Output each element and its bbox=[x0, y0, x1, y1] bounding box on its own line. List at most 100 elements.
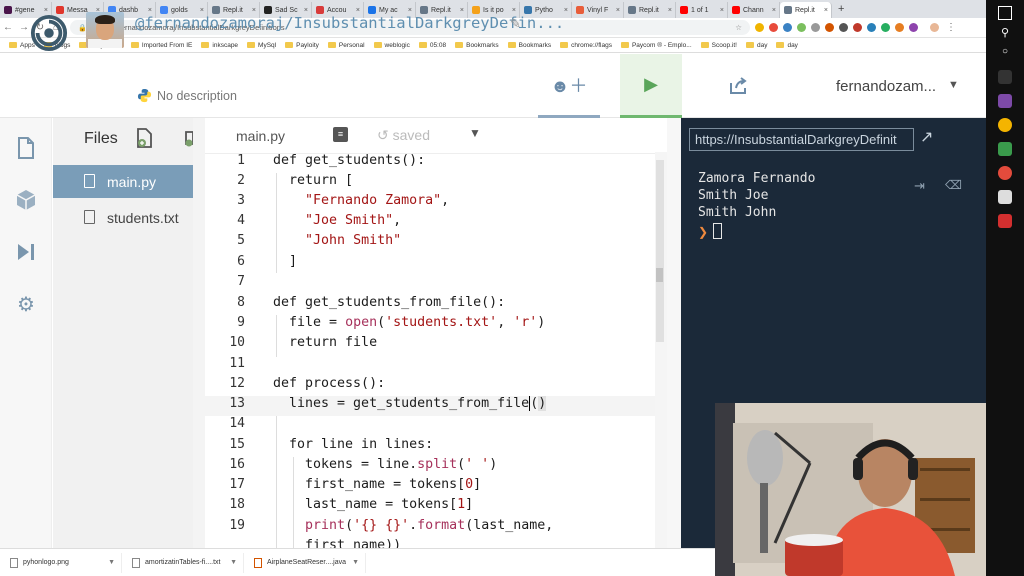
close-icon[interactable]: × bbox=[252, 7, 256, 14]
tab-main-py[interactable]: main.py bbox=[236, 128, 285, 144]
extension-icon[interactable] bbox=[783, 23, 792, 32]
scrollbar-track[interactable] bbox=[656, 160, 664, 342]
extension-icon[interactable] bbox=[839, 23, 848, 32]
bookmark-item[interactable]: Scoop.it! bbox=[700, 42, 737, 49]
back-icon[interactable]: ← bbox=[0, 22, 16, 33]
chevron-down-icon[interactable]: ▼ bbox=[352, 559, 359, 566]
browser-tab[interactable]: Repl.it × bbox=[780, 2, 832, 18]
browser-menu-icon[interactable]: ⋮ bbox=[943, 22, 959, 33]
chrome-icon[interactable] bbox=[998, 118, 1012, 132]
bookmark-item[interactable]: day bbox=[776, 42, 798, 49]
packages-icon[interactable] bbox=[14, 188, 38, 212]
close-icon[interactable]: × bbox=[668, 7, 672, 14]
run-button[interactable]: ▶ bbox=[620, 54, 682, 118]
bookmark-item[interactable]: Imported From IE bbox=[130, 42, 192, 49]
erase-icon[interactable]: ⌫ bbox=[945, 178, 962, 192]
close-icon[interactable]: × bbox=[304, 7, 308, 14]
download-item[interactable]: amortizatinTables-fi....txt ▼ bbox=[122, 552, 244, 573]
chevron-down-icon[interactable]: ▼ bbox=[948, 79, 959, 91]
new-folder-icon[interactable] bbox=[185, 128, 194, 153]
camera-icon[interactable] bbox=[998, 190, 1012, 204]
settings-gear-icon[interactable]: ⚙ bbox=[14, 292, 38, 316]
app-icon[interactable] bbox=[998, 94, 1012, 108]
favicon-icon bbox=[732, 6, 740, 14]
close-icon[interactable]: × bbox=[200, 7, 204, 14]
open-external-icon[interactable]: ↗ bbox=[920, 127, 933, 147]
debugger-icon[interactable] bbox=[14, 240, 38, 264]
extension-icon[interactable] bbox=[769, 23, 778, 32]
bookmark-item[interactable]: weblogic bbox=[373, 42, 410, 49]
chevron-down-icon[interactable]: ▼ bbox=[108, 559, 115, 566]
close-icon[interactable]: × bbox=[720, 7, 724, 14]
files-icon[interactable] bbox=[14, 136, 38, 160]
extension-icon[interactable] bbox=[895, 23, 904, 32]
mic-icon[interactable]: ○ bbox=[998, 46, 1012, 60]
star-icon[interactable]: ☆ bbox=[735, 23, 742, 32]
close-icon[interactable]: × bbox=[460, 7, 464, 14]
close-icon[interactable]: × bbox=[44, 7, 48, 14]
extension-icon[interactable] bbox=[853, 23, 862, 32]
edit-pencil-icon[interactable]: ✎ bbox=[510, 16, 521, 32]
clear-console-icon[interactable]: ⇥ bbox=[914, 178, 925, 194]
replit-logo-icon[interactable] bbox=[30, 14, 68, 52]
chevron-down-icon[interactable]: ▼ bbox=[230, 559, 237, 566]
webview-url-field[interactable]: https://InsubstantialDarkgreyDefinit bbox=[689, 128, 914, 151]
panel-splitter[interactable] bbox=[193, 118, 205, 548]
scrollbar-thumb[interactable] bbox=[656, 268, 663, 282]
close-icon[interactable]: × bbox=[616, 7, 620, 14]
extension-icon[interactable] bbox=[811, 23, 820, 32]
bookmark-item[interactable]: Bookmarks bbox=[507, 42, 551, 49]
bookmark-item[interactable]: inkscape bbox=[201, 42, 238, 49]
bookmark-item[interactable]: Paycom ® - Emplo... bbox=[620, 42, 692, 49]
code-line: return [ bbox=[273, 173, 354, 188]
app-icon[interactable] bbox=[998, 214, 1012, 228]
close-icon[interactable]: × bbox=[512, 7, 516, 14]
close-icon[interactable]: × bbox=[824, 7, 828, 14]
download-item[interactable]: pyhonlogo.png ▼ bbox=[0, 552, 122, 573]
close-icon[interactable]: × bbox=[772, 7, 776, 14]
bookmark-item[interactable]: MySql bbox=[247, 42, 276, 49]
username-menu[interactable]: fernandozam... bbox=[836, 78, 936, 95]
bookmark-item[interactable]: chrome://flags bbox=[560, 42, 612, 49]
bookmark-item[interactable]: Personal bbox=[327, 42, 365, 49]
close-icon[interactable]: × bbox=[148, 7, 152, 14]
extension-icon[interactable] bbox=[867, 23, 876, 32]
file-item-students-txt[interactable]: students.txt bbox=[53, 201, 193, 234]
user-avatar[interactable] bbox=[86, 12, 124, 48]
profile-avatar-icon[interactable] bbox=[930, 23, 939, 32]
browser-tab[interactable]: Chann × bbox=[728, 2, 780, 18]
extension-icon[interactable] bbox=[825, 23, 834, 32]
invite-button[interactable]: ☻＋ bbox=[538, 54, 600, 118]
extension-icon[interactable] bbox=[755, 23, 764, 32]
browser-tab[interactable]: Repl.it × bbox=[624, 2, 676, 18]
chevron-down-icon[interactable]: ▼ bbox=[469, 126, 481, 140]
repl-description[interactable]: No description bbox=[157, 89, 237, 103]
bookmark-item[interactable]: 05:08 bbox=[418, 42, 446, 49]
extension-icon[interactable] bbox=[797, 23, 806, 32]
new-file-icon[interactable] bbox=[137, 128, 153, 153]
bookmark-item[interactable]: day bbox=[745, 42, 767, 49]
panel-splitter[interactable] bbox=[667, 118, 681, 548]
format-icon[interactable]: ≡ bbox=[333, 127, 348, 142]
download-item[interactable]: AirplaneSeatReser....java ▼ bbox=[244, 552, 366, 573]
app-icon[interactable] bbox=[998, 142, 1012, 156]
extension-icon[interactable] bbox=[909, 23, 918, 32]
windows-start-icon[interactable] bbox=[998, 6, 1012, 20]
bookmark-item[interactable]: Payloity bbox=[285, 42, 319, 49]
search-icon[interactable]: ⚲ bbox=[998, 26, 1012, 40]
console-cursor[interactable] bbox=[713, 223, 722, 239]
browser-tab[interactable]: Vinyl F × bbox=[572, 2, 624, 18]
bookmark-item[interactable]: Bookmarks bbox=[455, 42, 499, 49]
extension-icon[interactable] bbox=[881, 23, 890, 32]
taskview-icon[interactable] bbox=[998, 70, 1012, 84]
repl-name[interactable]: @fernandozamoraj/InsubstantialDarkgreyDe… bbox=[135, 14, 564, 32]
app-icon[interactable] bbox=[998, 166, 1012, 180]
close-icon[interactable]: × bbox=[356, 7, 360, 14]
close-icon[interactable]: × bbox=[408, 7, 412, 14]
new-tab-icon[interactable]: + bbox=[838, 3, 844, 15]
console-output-line: Zamora Fernando bbox=[698, 171, 816, 186]
browser-tab[interactable]: 1 of 1 × bbox=[676, 2, 728, 18]
share-button[interactable] bbox=[707, 54, 769, 118]
close-icon[interactable]: × bbox=[564, 7, 568, 14]
file-item-main-py[interactable]: main.py bbox=[53, 165, 193, 198]
